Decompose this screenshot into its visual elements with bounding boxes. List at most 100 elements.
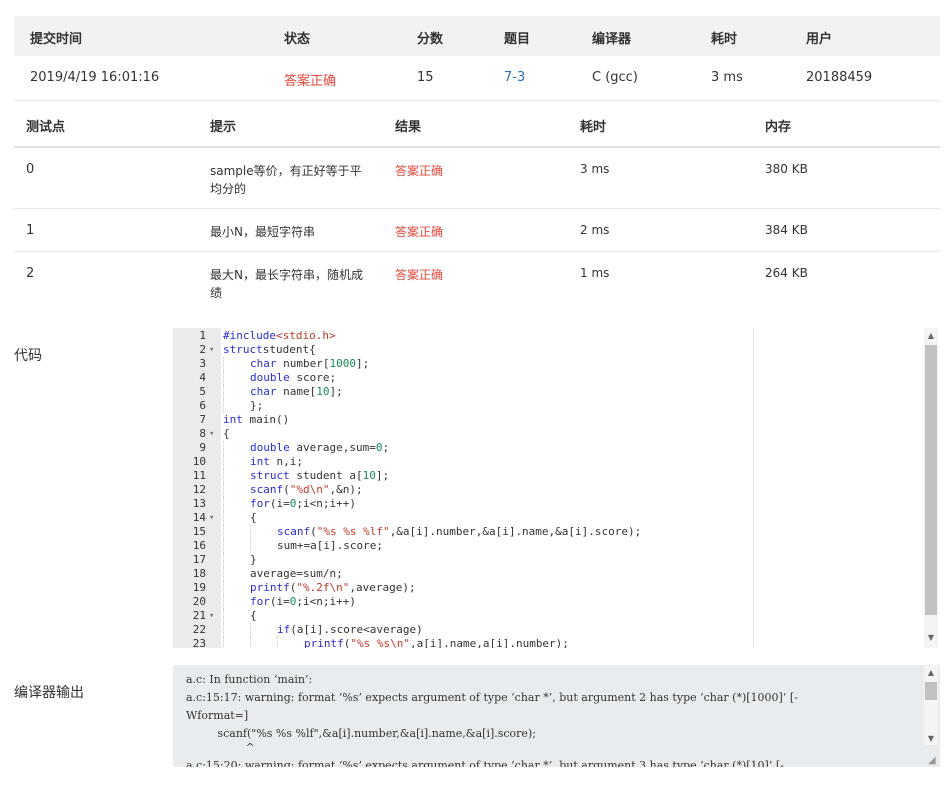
fold-toggle-icon[interactable]: ▾ <box>209 609 214 623</box>
compiler-output[interactable]: a.c: In function ‘main’: a.c:15:17: warn… <box>173 665 940 767</box>
line-number: 18 <box>192 567 206 580</box>
problem-link[interactable]: 7-3 <box>504 70 525 85</box>
line-number: 20 <box>192 595 206 608</box>
indent-guide <box>223 539 224 553</box>
case-hint: 最大N，最长字符串，随机成 <box>210 268 363 282</box>
output-line: a.c: In function ‘main’: <box>186 673 313 686</box>
header-case-time: 耗时 <box>580 120 607 135</box>
code-token: printf <box>250 581 290 594</box>
code-token: name[ <box>276 385 317 398</box>
output-line: a.c:15:20: warning: format ‘%s’ expects … <box>186 759 784 767</box>
code-token: { <box>250 511 257 524</box>
code-line: 13 for(i=0;i<n;i++) <box>173 497 923 511</box>
fold-toggle-icon[interactable]: ▾ <box>209 427 214 441</box>
case-time: 3 ms <box>580 162 610 176</box>
code-text: char number[1000]; <box>250 357 369 371</box>
code-token: ;i<n;i++) <box>296 595 356 608</box>
scroll-down-icon[interactable]: ▼ <box>925 632 937 644</box>
indent-guide <box>223 469 224 483</box>
code-token: <stdio.h> <box>275 329 336 342</box>
score-value: 15 <box>417 70 434 85</box>
code-line: 17} <box>173 553 923 567</box>
indent-guide <box>223 455 224 469</box>
code-line: 22 if(a[i].score<average) <box>173 623 923 637</box>
fold-toggle-icon[interactable]: ▾ <box>209 511 214 525</box>
header-case-id: 测试点 <box>26 120 66 135</box>
code-line: 7 int main() <box>173 413 923 427</box>
compiler-value: C (gcc) <box>592 70 638 85</box>
code-token: scanf <box>250 483 284 496</box>
indent-guide <box>223 567 224 581</box>
code-line: 14 ▾ { <box>173 511 923 525</box>
scrollbar-thumb[interactable] <box>925 682 937 700</box>
indent-guide <box>250 539 251 553</box>
indent-guide <box>277 637 278 648</box>
line-number: 6 <box>199 399 206 412</box>
indent-guide <box>223 595 224 609</box>
code-scrollbar[interactable]: ▲ ▼ <box>924 328 938 648</box>
code-text: { <box>223 427 230 441</box>
code-text: sum+=a[i].score; <box>277 539 383 553</box>
line-number: 16 <box>192 539 206 552</box>
line-number: 21 <box>192 609 206 622</box>
code-token: n,i; <box>269 455 303 468</box>
scroll-down-icon[interactable]: ▼ <box>925 733 937 745</box>
status-accepted: 答案正确 <box>284 74 337 89</box>
code-line: 6}; <box>173 399 923 413</box>
code-line: 5 char name[10]; <box>173 385 923 399</box>
code-editor[interactable]: 1 #include<stdio.h> 2 ▾ structstudent{3 char … <box>173 328 940 648</box>
code-line: 20 for(i=0;i<n;i++) <box>173 595 923 609</box>
case-id: 0 <box>26 162 35 177</box>
code-line: 3 char number[1000]; <box>173 357 923 371</box>
code-text: for(i=0;i<n;i++) <box>250 497 356 511</box>
code-token: "%s %s\n" <box>350 637 410 648</box>
resize-handle-icon[interactable]: ◢ <box>928 756 938 766</box>
line-number: 1 <box>199 329 206 342</box>
code-token: "%s %s %lf" <box>316 525 390 538</box>
code-token: ,a[i].name,a[i].number); <box>409 637 569 648</box>
code-text: printf("%.2f\n",average); <box>250 581 416 595</box>
code-token: ,average); <box>349 581 416 594</box>
line-number: 12 <box>192 483 206 496</box>
code-text: char name[10]; <box>250 385 343 399</box>
line-number: 15 <box>192 525 206 538</box>
scroll-up-icon[interactable]: ▲ <box>925 667 937 679</box>
code-token: ]; <box>375 469 390 482</box>
code-line: 10 int n,i; <box>173 455 923 469</box>
header-memory: 内存 <box>765 120 792 135</box>
code-line: 15 scanf("%s %s %lf",&a[i].number,&a[i].n… <box>173 525 923 539</box>
line-number: 19 <box>192 581 206 594</box>
indent-guide <box>223 385 224 399</box>
code-token: score; <box>289 371 337 384</box>
compiler-output-label: 编译器输出 <box>14 685 84 701</box>
case-table-header: 测试点 提示 结果 耗时 内存 <box>14 100 940 148</box>
code-line: 19 printf("%.2f\n",average); <box>173 581 923 595</box>
code-text: for(i=0;i<n;i++) <box>250 595 356 609</box>
table-row: 0 sample等价，有正好等于平 均分的 答案正确 3 ms 380 KB <box>14 148 940 209</box>
indent-guide <box>250 623 251 637</box>
code-text: double score; <box>250 371 336 385</box>
case-id: 1 <box>26 223 35 238</box>
line-number: 14 <box>192 511 206 524</box>
code-text: scanf("%d\n",&n); <box>250 483 363 497</box>
fold-toggle-icon[interactable]: ▾ <box>209 343 214 357</box>
case-hint-cont: 均分的 <box>210 182 247 196</box>
submit-time: 2019/4/19 16:01:16 <box>30 70 160 85</box>
code-token: printf <box>304 637 344 648</box>
code-text: if(a[i].score<average) <box>277 623 423 637</box>
indent-guide <box>223 553 224 567</box>
indent-guide <box>223 399 224 413</box>
scrollbar-thumb[interactable] <box>925 345 937 615</box>
code-line: 12 scanf("%d\n",&n); <box>173 483 923 497</box>
code-line: 16 sum+=a[i].score; <box>173 539 923 553</box>
code-token: for <box>250 595 270 608</box>
code-token: int <box>223 413 243 426</box>
indent-guide <box>223 511 224 525</box>
header-hint: 提示 <box>210 120 237 135</box>
output-scrollbar[interactable]: ▲ ▼ <box>924 665 938 745</box>
line-number: 13 <box>192 497 206 510</box>
output-line: ^ <box>186 741 255 754</box>
code-token: 1000 <box>329 357 356 370</box>
scroll-up-icon[interactable]: ▲ <box>925 330 937 342</box>
code-token: (a[i].score<average) <box>290 623 423 636</box>
